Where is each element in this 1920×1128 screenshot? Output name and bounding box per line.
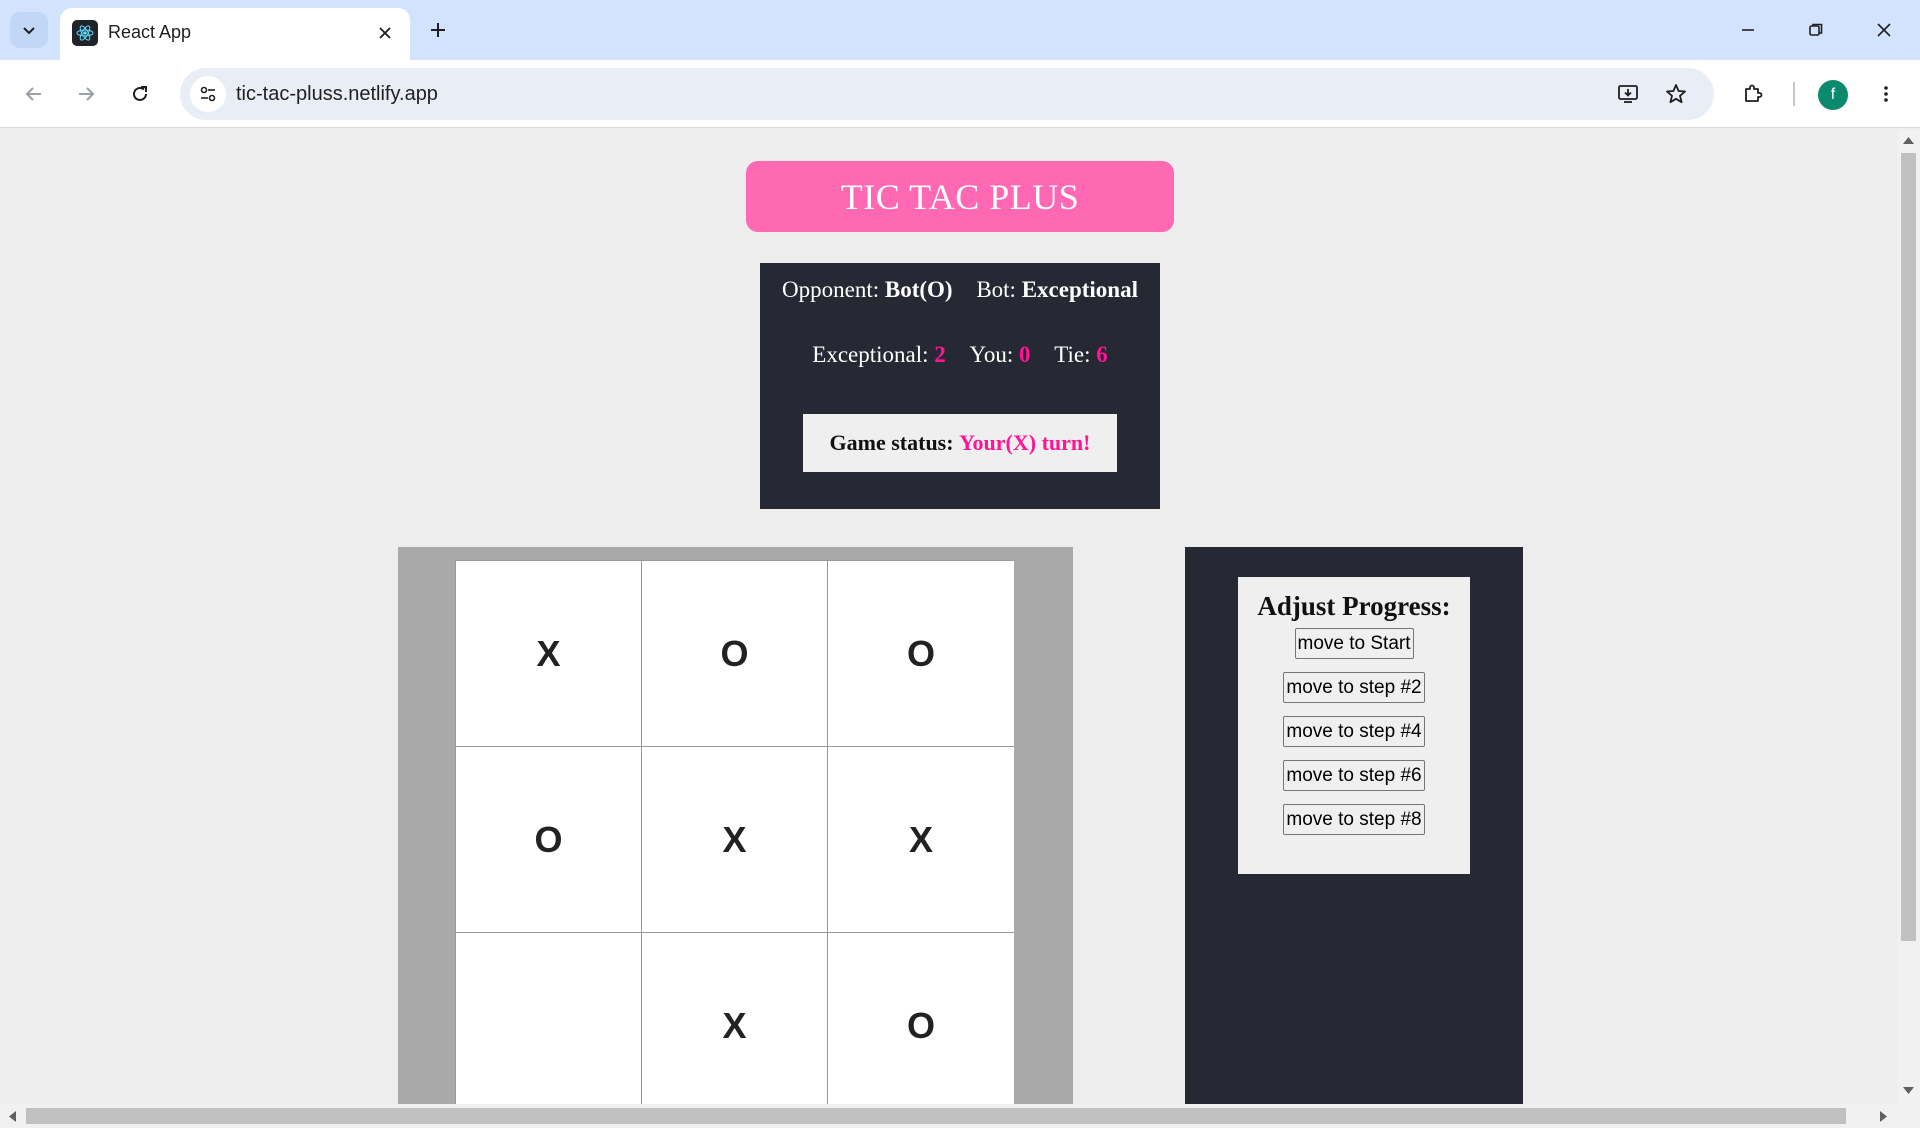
move-to-step-6-button[interactable]: move to step #6: [1283, 760, 1425, 791]
star-icon: [1666, 84, 1686, 104]
bot-score: Exceptional: 2: [812, 342, 946, 368]
url-text[interactable]: tic-tac-pluss.netlify.app: [236, 83, 438, 106]
board-cell[interactable]: [456, 933, 642, 1104]
progress-box: Adjust Progress: move to Start move to s…: [1238, 577, 1470, 874]
scoreboard: Exceptional: 2 You: 0 Tie: 6: [760, 342, 1160, 368]
board-cell[interactable]: O: [456, 747, 642, 933]
scroll-down-arrow-icon[interactable]: [1903, 1087, 1914, 1095]
move-to-step-2-button[interactable]: move to step #2: [1283, 672, 1425, 703]
tab-title: React App: [108, 22, 192, 42]
new-tab-button[interactable]: [420, 12, 456, 48]
bot-label: Bot:: [976, 277, 1016, 302]
browser-tab[interactable]: React App: [60, 8, 410, 60]
status-value: Your(X) turn!: [959, 430, 1091, 455]
restore-button[interactable]: [1794, 10, 1838, 50]
opponent-value: Bot(O): [884, 277, 953, 302]
you-score: You: 0: [970, 342, 1031, 368]
progress-title: Adjust Progress:: [1257, 591, 1451, 621]
minimize-icon: [1742, 29, 1754, 31]
game-title: TIC TAC PLUS: [840, 176, 1080, 217]
browser-toolbar: tic-tac-pluss.netlify.app f: [0, 60, 1920, 128]
menu-button[interactable]: [1866, 74, 1906, 114]
profile-avatar[interactable]: f: [1818, 80, 1848, 110]
forward-button[interactable]: [66, 74, 106, 114]
back-button[interactable]: [14, 74, 54, 114]
opponent-info: Opponent: Bot(O): [782, 277, 953, 303]
game-info-panel: Opponent: Bot(O) Bot: Exceptional Except…: [760, 263, 1160, 509]
vertical-scrollbar[interactable]: [1897, 129, 1920, 1104]
game-status: Game status: Your(X) turn!: [803, 414, 1117, 472]
horizontal-scrollbar[interactable]: [0, 1104, 1920, 1128]
tie-score: Tie: 6: [1054, 342, 1107, 368]
puzzle-icon: [1745, 84, 1763, 102]
move-to-step-4-button[interactable]: move to step #4: [1283, 716, 1425, 747]
reload-icon: [133, 86, 147, 101]
status-label: Game status:: [829, 430, 954, 455]
horizontal-scroll-thumb[interactable]: [26, 1108, 1846, 1124]
install-app-icon: [1618, 85, 1638, 103]
reload-button[interactable]: [120, 74, 160, 114]
move-list-item: move to step #6: [1238, 760, 1470, 791]
board-cell[interactable]: X: [456, 561, 642, 747]
game-board: X O O O X X X O: [455, 560, 1014, 1104]
address-bar[interactable]: tic-tac-pluss.netlify.app: [180, 68, 1714, 120]
board-cell[interactable]: X: [642, 747, 828, 933]
move-list-item: move to step #8: [1238, 804, 1470, 835]
game-title-banner: TIC TAC PLUS: [746, 161, 1174, 232]
tune-icon: [200, 86, 216, 102]
scroll-right-arrow-icon[interactable]: [1880, 1111, 1888, 1122]
close-icon: [379, 27, 391, 39]
you-score-label: You:: [969, 342, 1014, 367]
board-frame: X O O O X X X O: [398, 547, 1073, 1104]
restore-icon: [1809, 23, 1823, 36]
bot-level-value: Exceptional: [1021, 277, 1138, 302]
scroll-left-arrow-icon[interactable]: [8, 1111, 16, 1122]
bot-score-label: Exceptional:: [812, 342, 929, 367]
close-window-button[interactable]: [1862, 10, 1906, 50]
board-cell[interactable]: X: [828, 747, 1014, 933]
bot-info: Bot: Exceptional: [976, 277, 1138, 303]
board-cell[interactable]: O: [828, 933, 1014, 1104]
plus-icon: [431, 23, 445, 37]
move-to-step-8-button[interactable]: move to step #8: [1283, 804, 1425, 835]
tie-score-label: Tie:: [1054, 342, 1091, 367]
react-logo-icon: [72, 20, 98, 46]
board-cell[interactable]: X: [642, 933, 828, 1104]
tab-close-button[interactable]: [372, 20, 398, 46]
board-cell[interactable]: O: [828, 561, 1014, 747]
scroll-up-arrow-icon[interactable]: [1903, 136, 1914, 144]
toolbar-divider: [1793, 82, 1795, 106]
move-list-item: move to step #2: [1238, 672, 1470, 703]
settings-row: Opponent: Bot(O) Bot: Exceptional: [760, 277, 1160, 303]
tab-bar: React App: [0, 0, 1920, 60]
board-cell[interactable]: O: [642, 561, 828, 747]
page-content: TIC TAC PLUS Opponent: Bot(O) Bot: Excep…: [0, 129, 1897, 1104]
bookmark-button[interactable]: [1660, 78, 1692, 110]
tab-search-button[interactable]: [10, 12, 48, 48]
more-vertical-icon: [1884, 86, 1888, 102]
install-app-button[interactable]: [1612, 78, 1644, 110]
minimize-button[interactable]: [1726, 10, 1770, 50]
you-score-value: 0: [1018, 342, 1031, 367]
arrow-right-icon: [79, 87, 95, 101]
move-list-item: move to Start: [1238, 628, 1470, 659]
vertical-scroll-thumb[interactable]: [1901, 153, 1916, 941]
arrow-left-icon: [25, 87, 41, 101]
close-icon: [1877, 23, 1891, 37]
bot-score-value: 2: [934, 342, 946, 367]
move-to-start-button[interactable]: move to Start: [1294, 628, 1414, 659]
move-list: move to Start move to step #2 move to st…: [1238, 628, 1470, 835]
tie-score-value: 6: [1096, 342, 1108, 367]
progress-panel: Adjust Progress: move to Start move to s…: [1185, 547, 1523, 1104]
site-info-button[interactable]: [190, 76, 226, 112]
move-list-item: move to step #4: [1238, 716, 1470, 747]
extensions-button[interactable]: [1733, 74, 1773, 114]
chevron-down-icon: [23, 27, 35, 35]
opponent-label: Opponent:: [782, 277, 880, 302]
